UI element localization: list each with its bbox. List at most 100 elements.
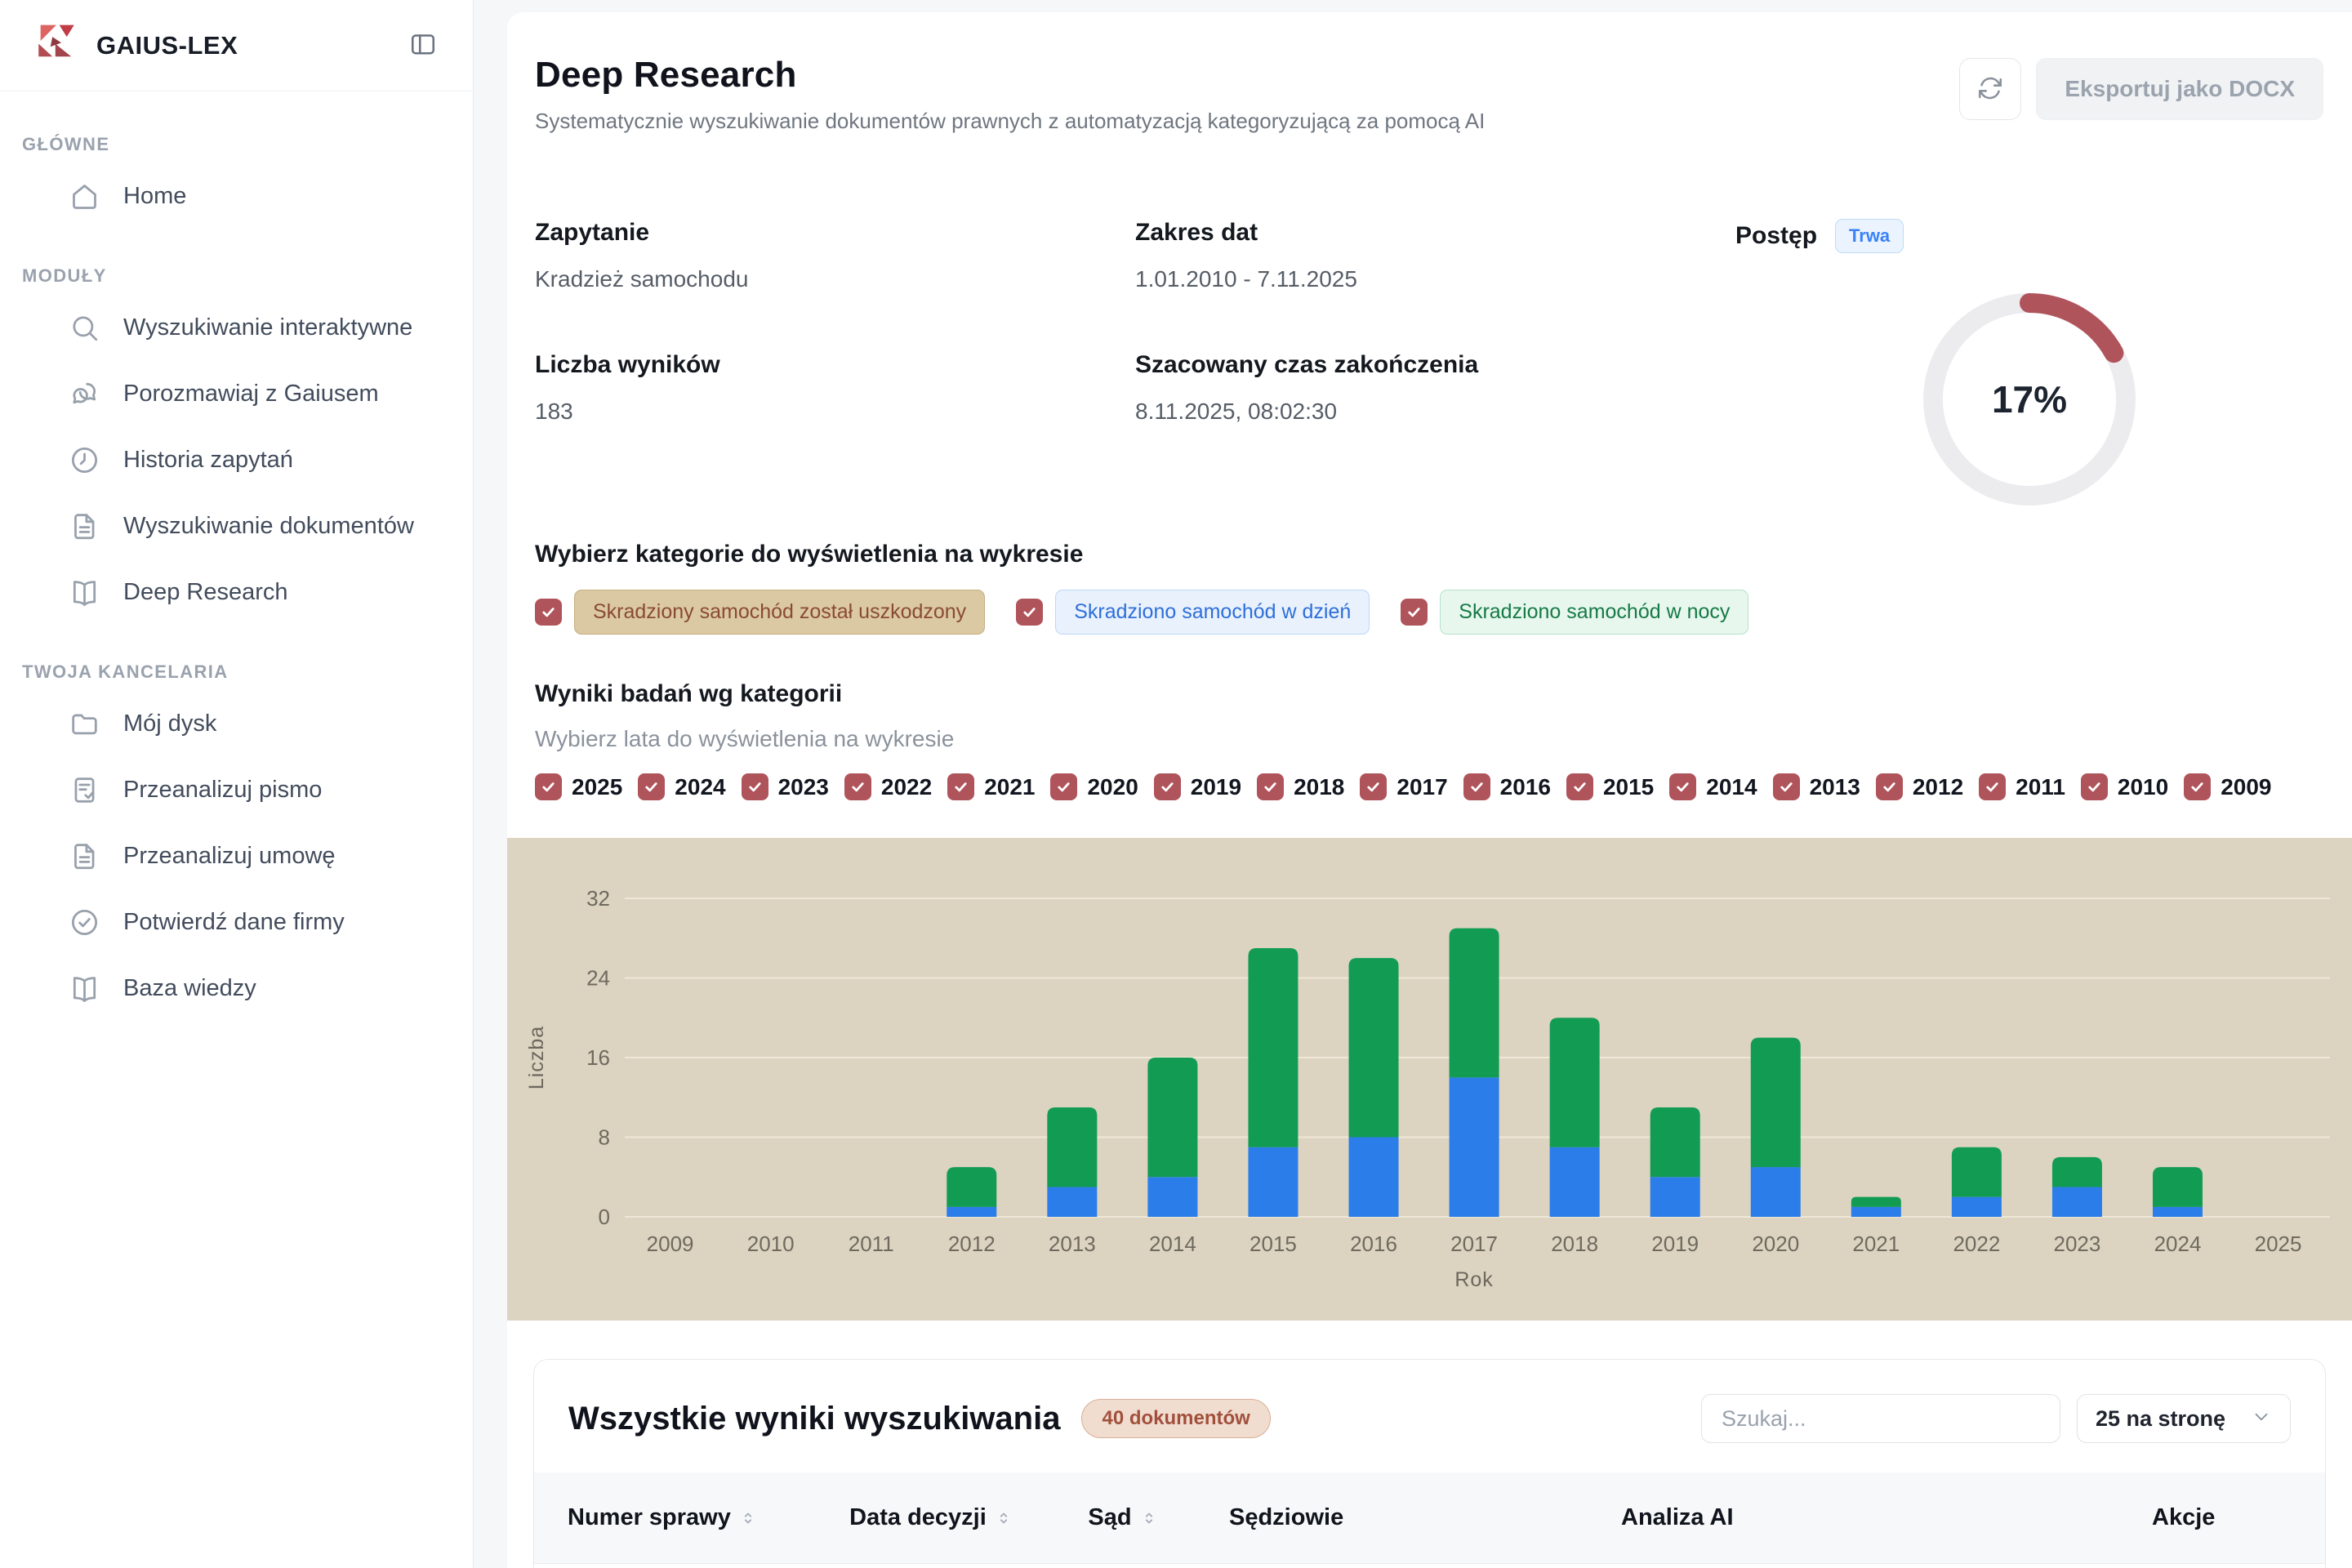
category-toggle-skradziony-samochod-zostal-uszkodzony[interactable]: Skradziony samochód został uszkodzony — [535, 590, 985, 635]
results-chart: 0816243220092010201120122013201420152016… — [507, 838, 2352, 1321]
year-label: 2023 — [778, 774, 829, 800]
svg-text:24: 24 — [586, 966, 610, 991]
content-card: Deep Research Systematycznie wyszukiwani… — [507, 12, 2352, 1568]
categories-section: Wybierz kategorie do wyświetlenia na wyk… — [535, 541, 2323, 635]
year-label: 2009 — [2221, 774, 2271, 800]
column-header-numer-sprawy[interactable]: Numer sprawy — [568, 1504, 845, 1531]
svg-text:2023: 2023 — [2054, 1232, 2101, 1256]
category-chip-label: Skradziony samochód został uszkodzony — [574, 590, 985, 635]
sidebar-collapse-button[interactable] — [404, 27, 442, 65]
year-checkbox[interactable] — [1050, 773, 1077, 800]
year-checkbox[interactable] — [638, 773, 665, 800]
year-toggle-2010[interactable]: 2010 — [2081, 773, 2168, 800]
search-input[interactable] — [1701, 1394, 2060, 1443]
year-toggle-2025[interactable]: 2025 — [535, 773, 622, 800]
year-toggle-2020[interactable]: 2020 — [1050, 773, 1138, 800]
page-subtitle: Systematycznie wyszukiwanie dokumentów p… — [535, 109, 1485, 134]
column-label: Data decyzji — [849, 1504, 987, 1531]
year-checkbox[interactable] — [947, 773, 974, 800]
sidebar-item-porozmawiaj-z-gaiusem[interactable]: Porozmawiaj z Gaiusem — [0, 361, 473, 427]
category-toggle-skradziono-samochod-w-dzien[interactable]: Skradziono samochód w dzień — [1016, 590, 1370, 635]
sidebar-item-home[interactable]: Home — [0, 163, 473, 229]
category-checkbox[interactable] — [1016, 599, 1043, 626]
column-header-sad[interactable]: Sąd — [1017, 1504, 1229, 1531]
years-section: Wyniki badań wg kategorii Wybierz lata d… — [535, 680, 2323, 800]
year-toggle-2022[interactable]: 2022 — [844, 773, 932, 800]
year-toggle-2014[interactable]: 2014 — [1669, 773, 1757, 800]
folder-icon — [69, 708, 100, 740]
year-toggle-2024[interactable]: 2024 — [638, 773, 725, 800]
year-toggle-2013[interactable]: 2013 — [1773, 773, 1860, 800]
sidebar-item-potwierdz-dane-firmy[interactable]: Potwierdź dane firmy — [0, 889, 473, 956]
year-checkbox[interactable] — [1154, 773, 1181, 800]
sidebar-item-wyszukiwanie-interaktywne[interactable]: Wyszukiwanie interaktywne — [0, 295, 473, 361]
year-toggle-2017[interactable]: 2017 — [1360, 773, 1447, 800]
sidebar-item-przeanalizuj-umowe[interactable]: Przeanalizuj umowę — [0, 823, 473, 889]
sort-icon[interactable] — [1140, 1509, 1158, 1527]
category-chip-label: Skradziono samochód w nocy — [1440, 590, 1748, 635]
year-toggle-2021[interactable]: 2021 — [947, 773, 1035, 800]
sidebar-item-deep-research[interactable]: Deep Research — [0, 559, 473, 626]
sidebar-section-label: GŁÓWNE — [22, 134, 473, 155]
year-checkbox[interactable] — [1876, 773, 1903, 800]
year-checkbox[interactable] — [1463, 773, 1490, 800]
year-checkbox[interactable] — [2081, 773, 2108, 800]
column-label: Akcje — [2152, 1504, 2215, 1531]
year-label: 2025 — [572, 774, 622, 800]
year-toggle-2016[interactable]: 2016 — [1463, 773, 1551, 800]
column-label: Sąd — [1088, 1504, 1131, 1531]
sidebar-item-label: Porozmawiaj z Gaiusem — [123, 381, 379, 408]
year-checkbox[interactable] — [742, 773, 768, 800]
svg-text:32: 32 — [586, 886, 610, 911]
export-docx-button[interactable]: Eksportuj jako DOCX — [2036, 58, 2323, 120]
year-checkbox[interactable] — [535, 773, 562, 800]
year-toggle-2023[interactable]: 2023 — [742, 773, 829, 800]
year-checkbox[interactable] — [1257, 773, 1284, 800]
column-header-data-decyzji[interactable]: Data decyzji — [845, 1504, 1017, 1531]
date-range-value: 1.01.2010 - 7.11.2025 — [1135, 266, 1735, 292]
home-icon — [69, 180, 100, 212]
svg-text:2021: 2021 — [1852, 1232, 1900, 1256]
sort-icon[interactable] — [995, 1509, 1013, 1527]
column-label: Sędziowie — [1229, 1504, 1343, 1531]
year-checkbox[interactable] — [844, 773, 871, 800]
year-toggle-2018[interactable]: 2018 — [1257, 773, 1344, 800]
category-checkbox[interactable] — [535, 599, 562, 626]
year-checkbox[interactable] — [1773, 773, 1800, 800]
year-checkbox[interactable] — [1979, 773, 2006, 800]
sort-icon[interactable] — [739, 1509, 757, 1527]
progress-donut: 17% — [1911, 281, 2148, 518]
year-toggle-2009[interactable]: 2009 — [2184, 773, 2271, 800]
date-range-label: Zakres dat — [1135, 219, 1735, 247]
refresh-button[interactable] — [1959, 58, 2021, 120]
sidebar-item-label: Deep Research — [123, 579, 288, 606]
file-text-icon — [69, 510, 100, 542]
table-header-row: Numer sprawyData decyzjiSądSędziowieAnal… — [534, 1472, 2325, 1564]
year-toggle-2019[interactable]: 2019 — [1154, 773, 1241, 800]
year-checkbox[interactable] — [1360, 773, 1387, 800]
column-header-sedziowie: Sędziowie — [1229, 1504, 1621, 1531]
sidebar-item-baza-wiedzy[interactable]: Baza wiedzy — [0, 956, 473, 1022]
progress-label: Postęp — [1735, 222, 1817, 250]
sidebar-nav: GŁÓWNEHomeMODUŁYWyszukiwanie interaktywn… — [0, 91, 473, 1022]
year-toggle-2015[interactable]: 2015 — [1566, 773, 1654, 800]
year-label: 2012 — [1913, 774, 1963, 800]
sidebar-item-label: Przeanalizuj pismo — [123, 777, 322, 804]
year-checkbox[interactable] — [2184, 773, 2211, 800]
sidebar-item-wyszukiwanie-dokumentow[interactable]: Wyszukiwanie dokumentów — [0, 493, 473, 559]
sidebar-item-przeanalizuj-pismo[interactable]: Przeanalizuj pismo — [0, 757, 473, 823]
year-toggle-2011[interactable]: 2011 — [1979, 773, 2065, 800]
year-toggle-2012[interactable]: 2012 — [1876, 773, 1963, 800]
sidebar-item-historia-zapytan[interactable]: Historia zapytań — [0, 427, 473, 493]
year-checkbox[interactable] — [1669, 773, 1696, 800]
sidebar: GAIUS-LEX GŁÓWNEHomeMODUŁYWyszukiwanie i… — [0, 0, 474, 1568]
years-checkbox-row: 2025 2024 2023 2022 2021 2020 2019 2018 2017 2016… — [535, 773, 2323, 800]
year-label: 2022 — [881, 774, 932, 800]
year-checkbox[interactable] — [1566, 773, 1593, 800]
eta-value: 8.11.2025, 08:02:30 — [1135, 399, 1735, 425]
category-toggle-skradziono-samochod-w-nocy[interactable]: Skradziono samochód w nocy — [1401, 590, 1748, 635]
search-icon — [69, 312, 100, 344]
page-size-select[interactable]: 25 na stronę — [2077, 1394, 2291, 1443]
category-checkbox[interactable] — [1401, 599, 1428, 626]
sidebar-item-moj-dysk[interactable]: Mój dysk — [0, 691, 473, 757]
